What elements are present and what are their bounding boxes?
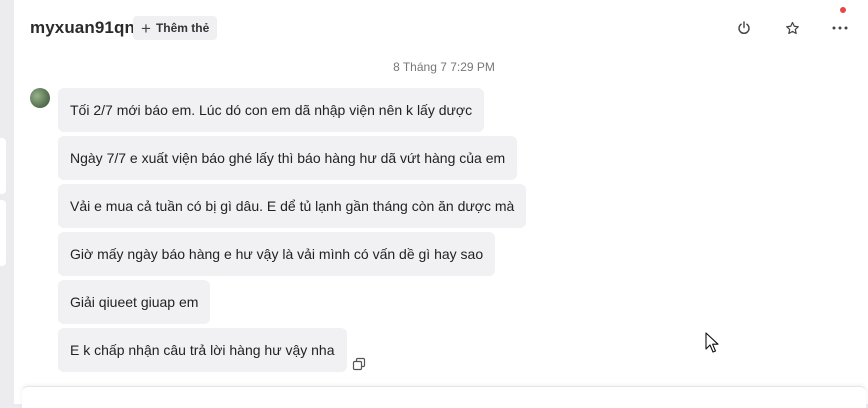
message-timestamp: 8 Tháng 7 7:29 PM (393, 60, 495, 74)
message-bubble[interactable]: Giờ mấy ngày báo hàng e hư vậy là vải mì… (58, 232, 496, 276)
message-composer[interactable] (22, 386, 866, 408)
add-tag-button[interactable]: + Thêm thẻ (133, 16, 218, 40)
power-icon[interactable] (732, 16, 756, 40)
copy-icon[interactable] (351, 356, 367, 372)
chat-panel: myxuan91qn + Thêm thẻ 8 Tháng 7 7:29 PM (14, 0, 868, 408)
mouse-cursor-icon (705, 332, 721, 354)
chat-header: myxuan91qn + Thêm thẻ (14, 0, 868, 56)
left-sidebar-edge (0, 0, 14, 404)
sidebar-tab[interactable] (0, 138, 6, 194)
avatar[interactable] (30, 88, 50, 108)
message-bubble[interactable]: Tối 2/7 mới báo em. Lúc dó con em dã nhậ… (58, 88, 485, 132)
message-bubble[interactable]: Ngày 7/7 e xuất viện báo ghé lấy thì báo… (58, 136, 518, 180)
message-bubble[interactable]: Vải e mua cả tuần có bị gì dâu. E dể tủ … (58, 184, 527, 228)
sidebar-tab[interactable] (0, 200, 6, 266)
star-icon[interactable] (780, 16, 804, 40)
chat-username[interactable]: myxuan91qn (30, 18, 135, 38)
notification-dot (840, 7, 846, 13)
plus-icon: + (141, 18, 151, 38)
add-tag-label: Thêm thẻ (155, 21, 210, 35)
message-bubble[interactable]: E k chấp nhận câu trả lời hàng hư vậy nh… (58, 328, 347, 372)
message-bubble[interactable]: Giải qiueet giuap em (58, 280, 211, 324)
more-icon[interactable] (828, 16, 852, 40)
